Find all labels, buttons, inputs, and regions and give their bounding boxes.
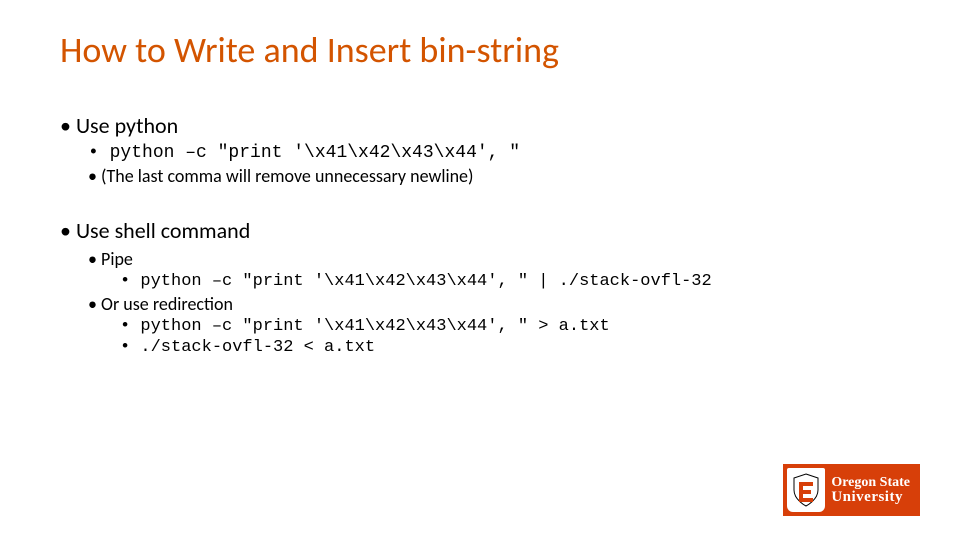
logo-line1: Oregon State (831, 476, 910, 490)
bullet-pipe: Pipe (88, 248, 900, 270)
bullet-text: Pipe (101, 248, 133, 270)
bullet-text: Use shell command (76, 217, 250, 244)
logo-text: Oregon State University (831, 476, 910, 505)
slide-title: How to Write and Insert bin-string (60, 28, 900, 72)
bullet-text: python –c "print '\x41\x42\x43\x44', " |… (140, 272, 711, 291)
bullet-redirection: Or use redirection (88, 293, 900, 315)
bullet-text: ./stack-ovfl-32 < a.txt (140, 338, 375, 357)
bullet-pipe-cmd: python –c "print '\x41\x42\x43\x44', " |… (120, 272, 900, 291)
bullet-text: (The last comma will remove unnecessary … (101, 165, 473, 187)
slide: How to Write and Insert bin-string Use p… (0, 0, 960, 540)
bullet-text: python –c "print '\x41\x42\x43\x44', " >… (140, 317, 609, 336)
bullet-comma-note: (The last comma will remove unnecessary … (88, 165, 900, 187)
osu-logo: Oregon State University (783, 464, 920, 516)
bullet-text: python –c "print '\x41\x42\x43\x44', " (110, 143, 520, 163)
bullet-python-cmd: python –c "print '\x41\x42\x43\x44', " (88, 143, 900, 163)
bullet-redir-cmd2: ./stack-ovfl-32 < a.txt (120, 338, 900, 357)
bullet-use-shell: Use shell command (60, 217, 900, 244)
spacer (60, 189, 900, 217)
bullet-text: Use python (76, 112, 178, 139)
bullet-redir-cmd1: python –c "print '\x41\x42\x43\x44', " >… (120, 317, 900, 336)
logo-line2: University (831, 490, 910, 505)
bullet-text: Or use redirection (101, 293, 233, 315)
bullet-use-python: Use python (60, 112, 900, 139)
shield-icon (787, 468, 825, 512)
